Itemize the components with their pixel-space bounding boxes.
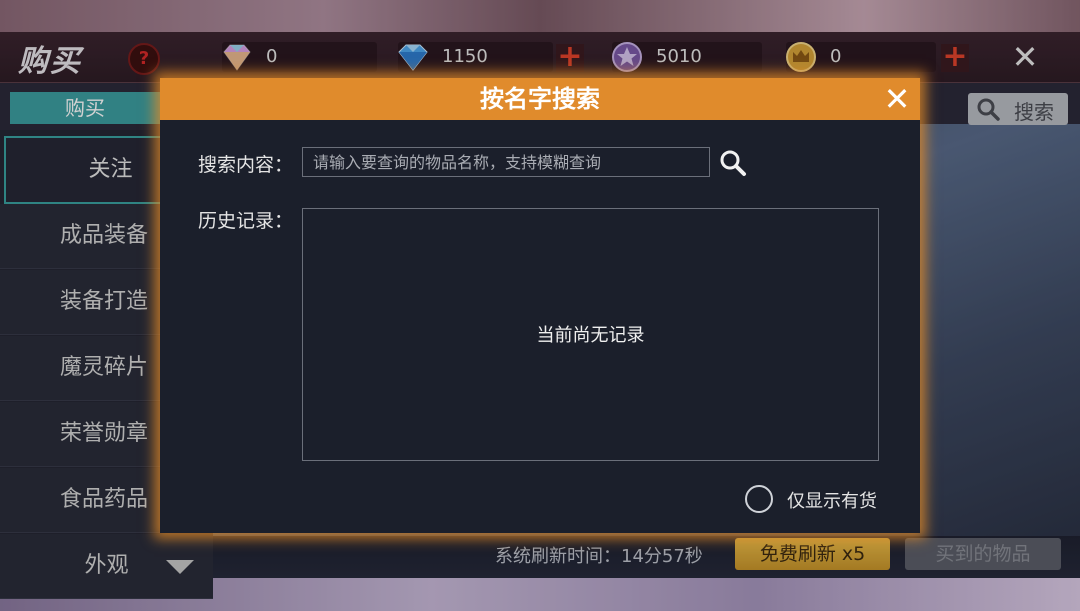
- history-label: 历史记录：: [198, 210, 294, 232]
- in-stock-only-toggle[interactable]: 仅显示有货: [745, 484, 885, 514]
- search-input[interactable]: [302, 147, 710, 177]
- search-by-name-dialog: 按名字搜索 ✕ 搜索内容： 历史记录： 当前尚无记录 仅显示有货: [160, 78, 920, 533]
- dialog-header: 按名字搜索 ✕: [160, 78, 920, 120]
- history-empty-text: 当前尚无记录: [536, 325, 645, 346]
- close-dialog-button[interactable]: ✕: [880, 82, 914, 116]
- search-icon[interactable]: [718, 148, 748, 178]
- history-list: 当前尚无记录: [302, 208, 879, 461]
- search-content-label: 搜索内容：: [198, 154, 294, 176]
- radio-button[interactable]: [745, 485, 773, 513]
- in-stock-only-label: 仅显示有货: [787, 491, 877, 512]
- dialog-title: 按名字搜索: [480, 85, 600, 113]
